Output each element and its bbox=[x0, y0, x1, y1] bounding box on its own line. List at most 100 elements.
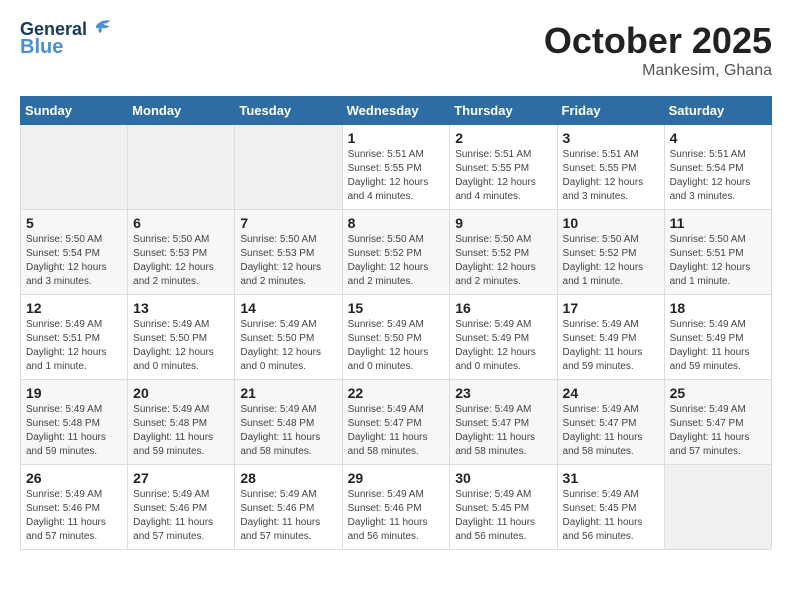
day-number: 20 bbox=[133, 385, 229, 401]
day-info: Sunrise: 5:51 AM Sunset: 5:55 PM Dayligh… bbox=[563, 148, 659, 204]
calendar-cell: 6Sunrise: 5:50 AM Sunset: 5:53 PM Daylig… bbox=[128, 210, 235, 295]
calendar-cell: 2 Sunrise: 5:51 AM Sunset: 5:55 PM Daylig… bbox=[450, 125, 557, 210]
day-info: Sunrise: 5:49 AM Sunset: 5:45 PM Dayligh… bbox=[563, 488, 659, 544]
calendar-cell: 5 Sunrise: 5:50 AM Sunset: 5:54 PM Daylig… bbox=[21, 210, 128, 295]
day-info: Sunrise: 5:49 AM Sunset: 5:47 PM Dayligh… bbox=[670, 403, 766, 459]
day-info: Sunrise: 5:51 AM Sunset: 5:55 PM Dayligh… bbox=[455, 148, 551, 204]
location-title: Mankesim, Ghana bbox=[544, 62, 772, 80]
calendar-week-row: 19Sunrise: 5:49 AM Sunset: 5:48 PM Dayli… bbox=[21, 380, 772, 465]
day-info: Sunrise: 5:49 AM Sunset: 5:49 PM Dayligh… bbox=[670, 318, 766, 374]
day-info: Sunrise: 5:49 AM Sunset: 5:50 PM Dayligh… bbox=[240, 318, 336, 374]
day-number: 28 bbox=[240, 470, 336, 486]
calendar-cell: 12 Sunrise: 5:49 AM Sunset: 5:51 PM Dayli… bbox=[21, 295, 128, 380]
calendar-cell: 31 Sunrise: 5:49 AM Sunset: 5:45 PM Dayli… bbox=[557, 465, 664, 550]
calendar-cell: 19Sunrise: 5:49 AM Sunset: 5:48 PM Dayli… bbox=[21, 380, 128, 465]
day-number: 1 bbox=[348, 130, 445, 146]
weekday-header-cell: Thursday bbox=[450, 97, 557, 125]
day-number: 17 bbox=[563, 300, 659, 316]
month-title: October 2025 bbox=[544, 20, 772, 62]
calendar-cell: 14 Sunrise: 5:49 AM Sunset: 5:50 PM Dayli… bbox=[235, 295, 342, 380]
day-number: 21 bbox=[240, 385, 336, 401]
weekday-header-cell: Tuesday bbox=[235, 97, 342, 125]
day-number: 23 bbox=[455, 385, 551, 401]
day-number: 10 bbox=[563, 215, 659, 231]
day-number: 12 bbox=[26, 300, 122, 316]
calendar-cell: 22 Sunrise: 5:49 AM Sunset: 5:47 PM Dayli… bbox=[342, 380, 450, 465]
calendar-cell: 20 Sunrise: 5:49 AM Sunset: 5:48 PM Dayli… bbox=[128, 380, 235, 465]
weekday-header-cell: Monday bbox=[128, 97, 235, 125]
calendar-cell: 26Sunrise: 5:49 AM Sunset: 5:46 PM Dayli… bbox=[21, 465, 128, 550]
day-info: Sunrise: 5:49 AM Sunset: 5:50 PM Dayligh… bbox=[348, 318, 445, 374]
day-number: 6 bbox=[133, 215, 229, 231]
logo-bird-icon bbox=[94, 17, 112, 35]
day-info: Sunrise: 5:49 AM Sunset: 5:47 PM Dayligh… bbox=[348, 403, 445, 459]
day-number: 5 bbox=[26, 215, 122, 231]
day-info: Sunrise: 5:51 AM Sunset: 5:54 PM Dayligh… bbox=[670, 148, 766, 204]
day-number: 14 bbox=[240, 300, 336, 316]
day-number: 13 bbox=[133, 300, 229, 316]
day-info: Sunrise: 5:50 AM Sunset: 5:52 PM Dayligh… bbox=[348, 233, 445, 289]
calendar-cell: 11 Sunrise: 5:50 AM Sunset: 5:51 PM Dayli… bbox=[664, 210, 771, 295]
day-info: Sunrise: 5:49 AM Sunset: 5:47 PM Dayligh… bbox=[563, 403, 659, 459]
calendar-table: SundayMondayTuesdayWednesdayThursdayFrid… bbox=[20, 96, 772, 550]
day-info: Sunrise: 5:49 AM Sunset: 5:48 PM Dayligh… bbox=[26, 403, 122, 459]
page-header: General Blue October 2025 Mankesim, Ghan… bbox=[20, 20, 772, 80]
weekday-header-row: SundayMondayTuesdayWednesdayThursdayFrid… bbox=[21, 97, 772, 125]
day-info: Sunrise: 5:49 AM Sunset: 5:48 PM Dayligh… bbox=[133, 403, 229, 459]
day-info: Sunrise: 5:50 AM Sunset: 5:53 PM Dayligh… bbox=[240, 233, 336, 289]
day-number: 31 bbox=[563, 470, 659, 486]
weekday-header-cell: Sunday bbox=[21, 97, 128, 125]
day-number: 7 bbox=[240, 215, 336, 231]
day-info: Sunrise: 5:49 AM Sunset: 5:51 PM Dayligh… bbox=[26, 318, 122, 374]
calendar-cell: 16Sunrise: 5:49 AM Sunset: 5:49 PM Dayli… bbox=[450, 295, 557, 380]
calendar-cell: 21Sunrise: 5:49 AM Sunset: 5:48 PM Dayli… bbox=[235, 380, 342, 465]
calendar-cell: 17 Sunrise: 5:49 AM Sunset: 5:49 PM Dayli… bbox=[557, 295, 664, 380]
calendar-week-row: 1 Sunrise: 5:51 AM Sunset: 5:55 PM Daylig… bbox=[21, 125, 772, 210]
day-info: Sunrise: 5:50 AM Sunset: 5:54 PM Dayligh… bbox=[26, 233, 122, 289]
day-info: Sunrise: 5:50 AM Sunset: 5:51 PM Dayligh… bbox=[670, 233, 766, 289]
day-info: Sunrise: 5:51 AM Sunset: 5:55 PM Dayligh… bbox=[348, 148, 445, 204]
calendar-cell: 1 Sunrise: 5:51 AM Sunset: 5:55 PM Daylig… bbox=[342, 125, 450, 210]
calendar-cell: 3Sunrise: 5:51 AM Sunset: 5:55 PM Daylig… bbox=[557, 125, 664, 210]
day-info: Sunrise: 5:49 AM Sunset: 5:49 PM Dayligh… bbox=[455, 318, 551, 374]
calendar-cell: 25Sunrise: 5:49 AM Sunset: 5:47 PM Dayli… bbox=[664, 380, 771, 465]
weekday-header-cell: Friday bbox=[557, 97, 664, 125]
calendar-cell: 23 Sunrise: 5:49 AM Sunset: 5:47 PM Dayli… bbox=[450, 380, 557, 465]
day-info: Sunrise: 5:49 AM Sunset: 5:47 PM Dayligh… bbox=[455, 403, 551, 459]
day-number: 4 bbox=[670, 130, 766, 146]
calendar-week-row: 12 Sunrise: 5:49 AM Sunset: 5:51 PM Dayli… bbox=[21, 295, 772, 380]
calendar-week-row: 5 Sunrise: 5:50 AM Sunset: 5:54 PM Daylig… bbox=[21, 210, 772, 295]
day-number: 18 bbox=[670, 300, 766, 316]
calendar-cell: 18 Sunrise: 5:49 AM Sunset: 5:49 PM Dayli… bbox=[664, 295, 771, 380]
calendar-cell: 8 Sunrise: 5:50 AM Sunset: 5:52 PM Daylig… bbox=[342, 210, 450, 295]
day-info: Sunrise: 5:49 AM Sunset: 5:49 PM Dayligh… bbox=[563, 318, 659, 374]
weekday-header-cell: Saturday bbox=[664, 97, 771, 125]
logo: General Blue bbox=[20, 20, 112, 58]
day-number: 9 bbox=[455, 215, 551, 231]
day-info: Sunrise: 5:49 AM Sunset: 5:45 PM Dayligh… bbox=[455, 488, 551, 544]
calendar-cell: 7 Sunrise: 5:50 AM Sunset: 5:53 PM Daylig… bbox=[235, 210, 342, 295]
day-number: 30 bbox=[455, 470, 551, 486]
calendar-cell: 13 Sunrise: 5:49 AM Sunset: 5:50 PM Dayli… bbox=[128, 295, 235, 380]
day-number: 15 bbox=[348, 300, 445, 316]
day-info: Sunrise: 5:49 AM Sunset: 5:50 PM Dayligh… bbox=[133, 318, 229, 374]
day-info: Sunrise: 5:49 AM Sunset: 5:46 PM Dayligh… bbox=[348, 488, 445, 544]
calendar-cell bbox=[128, 125, 235, 210]
day-number: 11 bbox=[670, 215, 766, 231]
day-info: Sunrise: 5:49 AM Sunset: 5:46 PM Dayligh… bbox=[133, 488, 229, 544]
day-number: 2 bbox=[455, 130, 551, 146]
title-block: October 2025 Mankesim, Ghana bbox=[544, 20, 772, 80]
calendar-cell: 24 Sunrise: 5:49 AM Sunset: 5:47 PM Dayli… bbox=[557, 380, 664, 465]
day-number: 26 bbox=[26, 470, 122, 486]
day-info: Sunrise: 5:50 AM Sunset: 5:52 PM Dayligh… bbox=[563, 233, 659, 289]
day-info: Sunrise: 5:50 AM Sunset: 5:52 PM Dayligh… bbox=[455, 233, 551, 289]
day-info: Sunrise: 5:49 AM Sunset: 5:46 PM Dayligh… bbox=[240, 488, 336, 544]
calendar-week-row: 26 Sunrise: 5:49 AM Sunset: 5:46 PM Dayli… bbox=[21, 465, 772, 550]
day-number: 24 bbox=[563, 385, 659, 401]
calendar-cell bbox=[21, 125, 128, 210]
calendar-body: 1 Sunrise: 5:51 AM Sunset: 5:55 PM Daylig… bbox=[21, 125, 772, 550]
day-number: 27 bbox=[133, 470, 229, 486]
day-number: 22 bbox=[348, 385, 445, 401]
day-number: 8 bbox=[348, 215, 445, 231]
calendar-cell: 15 Sunrise: 5:49 AM Sunset: 5:50 PM Dayli… bbox=[342, 295, 450, 380]
